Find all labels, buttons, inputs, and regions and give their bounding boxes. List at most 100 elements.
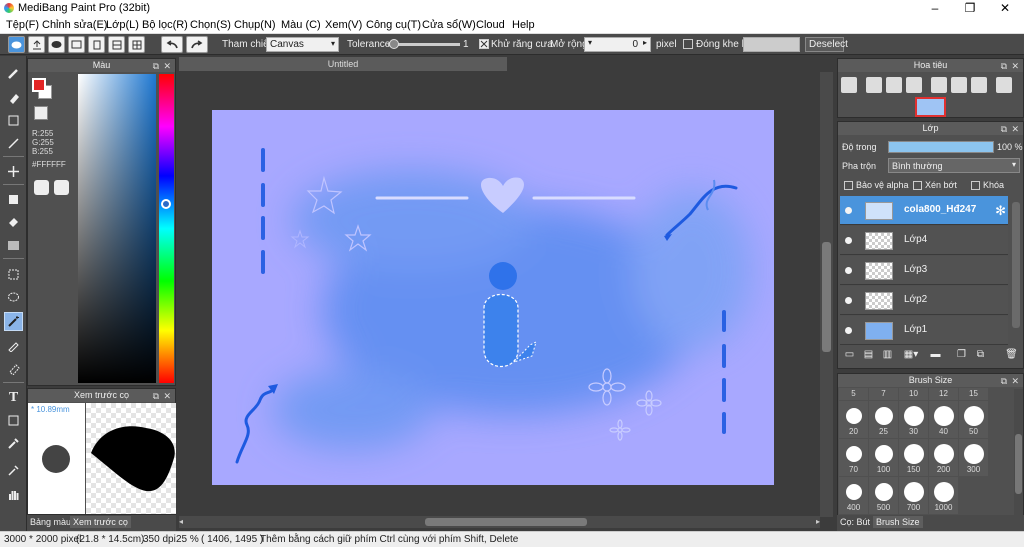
menu-view[interactable]: Xem(V) [325,19,362,31]
zoom-in-alt-icon[interactable] [866,77,882,93]
redo-icon[interactable] [186,36,208,53]
new-8bit-layer-icon[interactable]: ▥ [880,348,895,362]
text-bubble-icon[interactable] [68,36,85,53]
opacity-slider[interactable] [888,141,994,153]
brush-size-preset[interactable]: 1000 [929,477,958,514]
merge-layer-icon[interactable]: ⧉ [973,348,988,362]
maximize-button[interactable]: ❐ [953,0,987,16]
rectangle-tool-icon[interactable] [4,111,23,130]
new-layer-icon[interactable]: ▭ [842,348,857,362]
brush-size-preset[interactable]: 30 [899,401,928,438]
scroll-right-icon[interactable]: ▸ [816,517,820,526]
move-tool-icon[interactable] [4,162,23,181]
minimize-button[interactable]: – [918,0,952,16]
drawing-canvas[interactable] [212,110,774,485]
visibility-eye-icon[interactable] [845,267,852,274]
brush-size-preset[interactable]: 50 [959,401,988,438]
visibility-eye-icon[interactable] [845,237,852,244]
foreground-color-swatch[interactable] [32,78,46,92]
hand-tool-icon[interactable] [4,485,23,504]
brush-size-preset[interactable]: 500 [869,477,898,514]
layer-list-scrollbar[interactable] [1012,202,1020,328]
lock-checkbox[interactable] [971,181,980,190]
reference-select[interactable]: Canvas ▾ [266,37,339,52]
undock-icon[interactable]: ⧉ [1001,123,1007,136]
menu-edit[interactable]: Chỉnh sửa(E) [42,19,107,31]
close-panel-icon[interactable]: ✕ [1011,123,1019,136]
menu-color[interactable]: Màu (C) [281,19,321,31]
menu-help[interactable]: Help [512,19,535,31]
close-panel-icon[interactable]: ✕ [1011,375,1019,388]
layer-row[interactable]: Lớp4 [840,226,1008,255]
protect-alpha-checkbox[interactable] [844,181,853,190]
layer-row[interactable]: cola800_Hđ247 ✻ [840,196,1008,225]
brush-size-preset[interactable]: 40 [929,401,958,438]
layer-row[interactable]: Lớp2 [840,286,1008,315]
eyedropper-tool-icon[interactable] [4,434,23,453]
fit-screen-icon[interactable] [886,77,902,93]
folder-icon[interactable]: ▬ [928,348,943,362]
fill-rect-tool-icon[interactable] [4,190,23,209]
brush-size-scroll-thumb[interactable] [1015,434,1022,494]
brush-size-preset[interactable]: 700 [899,477,928,514]
menu-file[interactable]: Tệp(F) [6,19,39,31]
close-button[interactable]: ✕ [988,0,1022,16]
menu-window[interactable]: Cửa sổ(W) [422,19,476,31]
grid-icon[interactable] [128,36,145,53]
horizontal-scroll-thumb[interactable] [425,518,587,526]
menu-layer[interactable]: Lớp(L) [106,19,139,31]
bucket-tool-icon[interactable] [4,213,23,232]
magic-wand-tool-icon[interactable] [4,312,23,331]
speech-bubble-icon[interactable] [48,36,65,53]
delete-layer-icon[interactable]: 🗑 [1004,348,1019,362]
gradient-tool-icon[interactable] [4,236,23,255]
export-icon[interactable] [28,36,45,53]
layer-row[interactable]: Lớp1 [840,316,1008,345]
close-gap-checkbox[interactable] [683,39,693,49]
zoom-out-icon[interactable] [906,77,922,93]
close-panel-icon[interactable]: ✕ [163,390,171,403]
brush-size-preset[interactable]: 25 [869,401,898,438]
visibility-eye-icon[interactable] [845,297,852,304]
page-icon[interactable] [88,36,105,53]
fullscreen-icon[interactable] [951,77,967,93]
zoom-in-icon[interactable] [841,77,857,93]
brush-tool-icon[interactable] [4,64,23,83]
undock-icon[interactable]: ⧉ [153,390,159,403]
visibility-eye-icon[interactable] [845,327,852,334]
menu-cloud[interactable]: Cloud [476,19,505,31]
brush-size-preset[interactable]: 7 [869,388,898,400]
brush-size-preset[interactable]: 100 [869,439,898,476]
flip-icon[interactable] [996,77,1012,93]
select-eraser-tool-icon[interactable] [4,359,23,378]
document-tab[interactable]: Untitled [179,57,507,71]
brush-size-preset[interactable]: 70 [839,439,868,476]
brush-size-preset[interactable]: 200 [929,439,958,476]
undock-icon[interactable]: ⧉ [1001,60,1007,73]
eraser-tool-icon[interactable] [4,88,23,107]
brush-size-preset[interactable]: 15 [959,388,988,400]
frame-tool-icon[interactable] [4,411,23,430]
palette-icon[interactable] [34,180,49,195]
layer-settings-gear-icon[interactable]: ✻ [995,203,1006,219]
brush-size-preset[interactable]: 300 [959,439,988,476]
cloud-icon[interactable] [8,36,25,53]
reset-rotation-icon[interactable] [971,77,987,93]
close-panel-icon[interactable]: ✕ [1011,60,1019,73]
color-set-icon[interactable] [54,180,69,195]
vertical-scroll-thumb[interactable] [822,242,831,352]
saturation-value-picker[interactable] [78,74,156,383]
menu-tools[interactable]: Công cụ(T) [366,19,421,31]
tab-brush-size[interactable]: Brush Size [873,516,923,528]
duplicate-layer-icon[interactable]: ❐ [954,348,969,362]
text-tool-icon[interactable]: T [4,388,23,407]
expand-input[interactable]: ▾ 0 ▸ [584,37,651,52]
undo-icon[interactable] [161,36,183,53]
select-rect-tool-icon[interactable] [4,265,23,284]
add-layer-menu-icon[interactable]: ▦▾ [900,348,922,362]
menu-capture[interactable]: Chụp(N) [234,19,276,31]
tab-color-palette[interactable]: Bảng màu [27,516,74,528]
vertical-scrollbar[interactable] [820,72,833,517]
brush-size-preset[interactable]: 400 [839,477,868,514]
line-tool-icon[interactable] [4,134,23,153]
